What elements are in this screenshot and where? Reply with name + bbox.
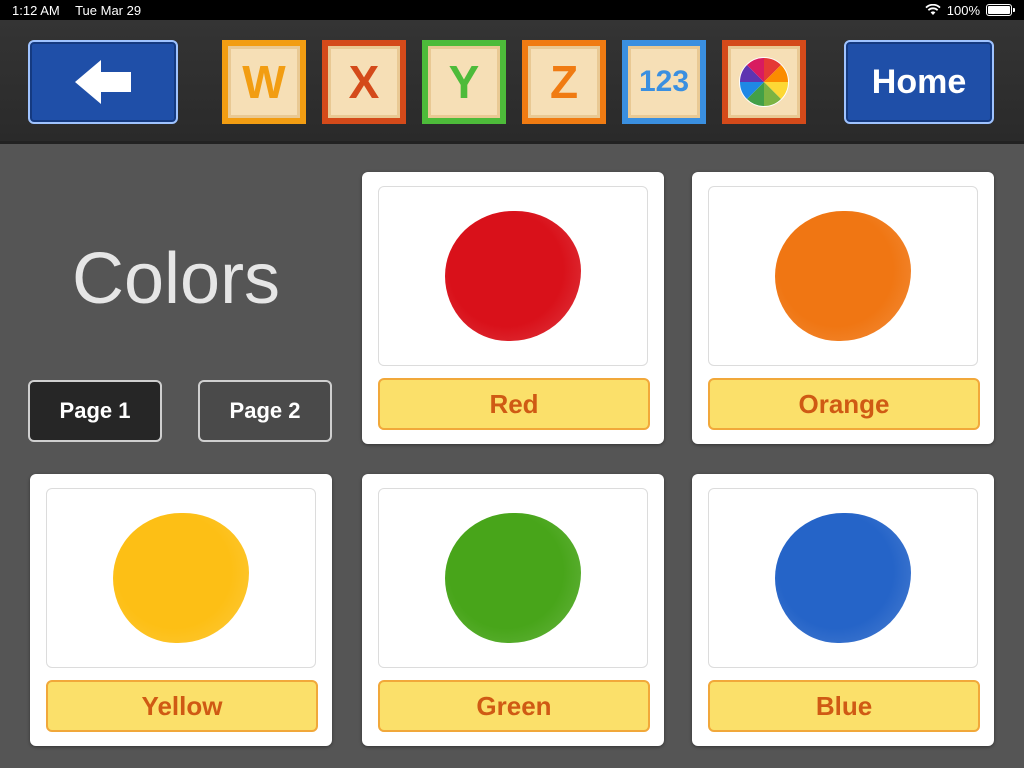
color-swatch [775, 513, 911, 643]
toolbar: W X Y Z 123 Home [0, 20, 1024, 144]
left-arrow-icon [75, 60, 131, 104]
status-right: 100% [925, 2, 1015, 18]
swatch-area [46, 488, 316, 668]
swatch-area [378, 488, 648, 668]
color-label: Blue [708, 680, 980, 732]
back-button[interactable] [28, 40, 178, 124]
tile-y-label: Y [448, 56, 480, 108]
swatch-area [708, 186, 978, 366]
battery-icon [986, 4, 1015, 16]
page-2-label: Page 2 [229, 398, 301, 423]
tile-letter-y[interactable]: Y [422, 40, 506, 124]
status-bar: 1:12 AM Tue Mar 29 100% [0, 0, 1024, 20]
color-label: Red [378, 378, 650, 430]
swatch-area [378, 186, 648, 366]
color-swatch [445, 513, 581, 643]
status-time: 1:12 AM [12, 2, 60, 18]
wifi-icon [925, 4, 941, 15]
color-label: Orange [708, 378, 980, 430]
page-1-button[interactable]: Page 1 [28, 380, 162, 442]
status-date: Tue Mar 29 [75, 2, 142, 18]
tile-numbers[interactable]: 123 [622, 40, 706, 124]
home-button-label: Home [871, 62, 967, 101]
home-button[interactable]: Home [844, 40, 994, 124]
battery-percent: 100% [946, 2, 980, 18]
page-title: Colors [72, 239, 281, 319]
color-label: Green [378, 680, 650, 732]
color-label: Yellow [46, 680, 318, 732]
color-swatch [445, 211, 581, 341]
color-card-green[interactable]: Green [362, 474, 664, 746]
tile-letter-z[interactable]: Z [522, 40, 606, 124]
tile-123-label: 123 [638, 65, 690, 98]
page-2-button[interactable]: Page 2 [198, 380, 332, 442]
color-swatch [775, 211, 911, 341]
color-swatch [113, 513, 249, 643]
color-card-red[interactable]: Red [362, 172, 664, 444]
tile-letter-w[interactable]: W [222, 40, 306, 124]
page-1-label: Page 1 [59, 398, 131, 423]
color-card-yellow[interactable]: Yellow [30, 474, 332, 746]
tile-w-label: W [242, 56, 286, 108]
tile-z-label: Z [549, 56, 579, 108]
tile-letter-x[interactable]: X [322, 40, 406, 124]
color-wheel-icon [739, 57, 789, 107]
status-left: 1:12 AM Tue Mar 29 [12, 3, 153, 18]
tile-x-label: X [348, 56, 380, 108]
color-card-orange[interactable]: Orange [692, 172, 994, 444]
color-card-blue[interactable]: Blue [692, 474, 994, 746]
tile-colors[interactable] [722, 40, 806, 124]
swatch-area [708, 488, 978, 668]
